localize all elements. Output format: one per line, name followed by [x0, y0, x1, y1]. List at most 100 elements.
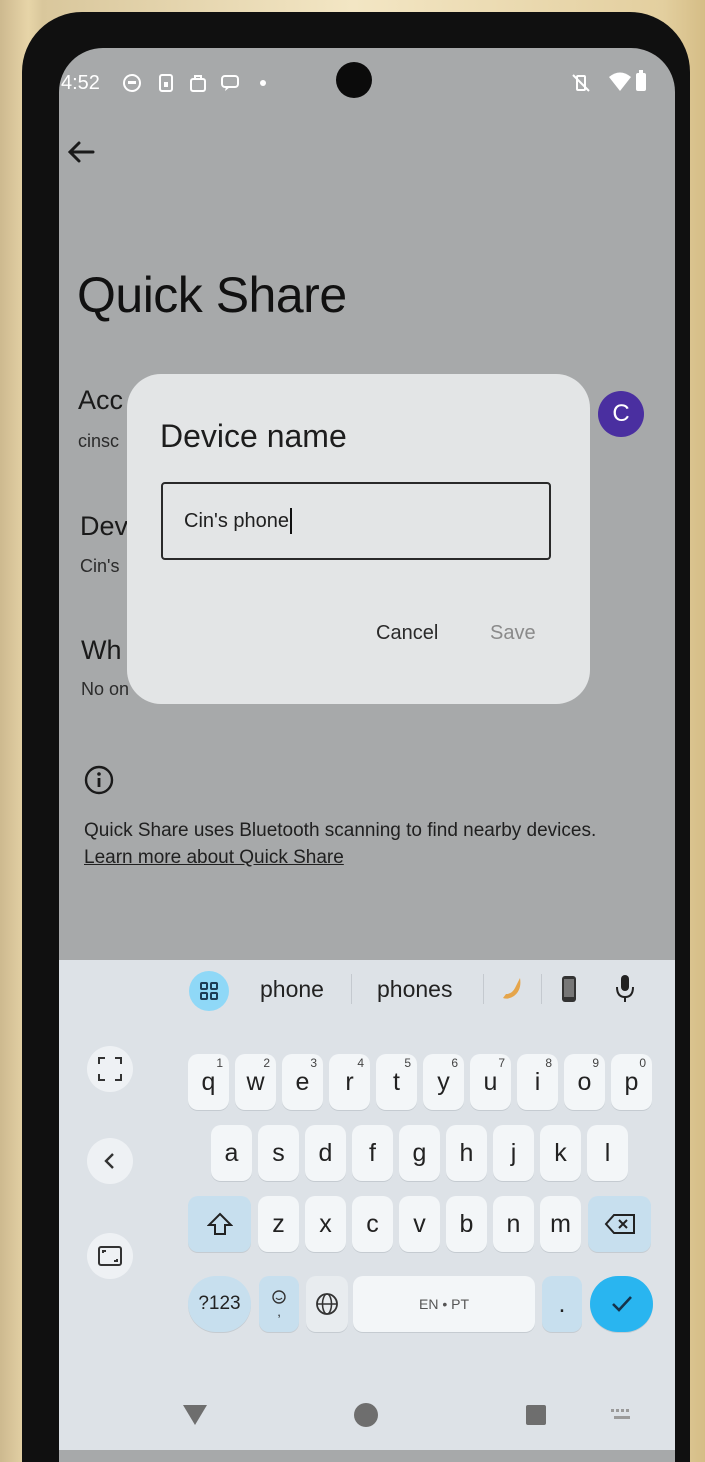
- suggestion-2[interactable]: phones: [377, 976, 452, 1003]
- key-label: h: [459, 1138, 474, 1167]
- keyboard-switch-icon[interactable]: [609, 1407, 635, 1423]
- key-c[interactable]: c: [352, 1196, 393, 1252]
- key-number-hint: 4: [357, 1056, 364, 1070]
- key-w[interactable]: w2: [235, 1054, 276, 1110]
- floating-keyboard-icon[interactable]: [87, 1233, 133, 1279]
- key-label: m: [550, 1209, 571, 1238]
- back-nav-icon[interactable]: [182, 1403, 208, 1427]
- key-v[interactable]: v: [399, 1196, 440, 1252]
- recents-nav-icon[interactable]: [525, 1404, 547, 1426]
- device-name-title[interactable]: Dev: [80, 511, 128, 542]
- account-title[interactable]: Acc: [78, 385, 123, 416]
- key-m[interactable]: m: [540, 1196, 581, 1252]
- cancel-button[interactable]: Cancel: [376, 622, 438, 645]
- phone-emoji-icon[interactable]: [560, 975, 578, 1003]
- key-label: q: [201, 1067, 216, 1096]
- key-number-hint: 5: [404, 1056, 411, 1070]
- key-label: w: [246, 1067, 265, 1096]
- key-j[interactable]: j: [493, 1125, 534, 1181]
- key-h[interactable]: h: [446, 1125, 487, 1181]
- key-y[interactable]: y6: [423, 1054, 464, 1110]
- screen: 4:52 Quick Share Acc cinsc C Dev Cin's W…: [59, 48, 675, 1462]
- device-name-value: Cin's: [80, 556, 120, 576]
- comma-glyph: ,: [277, 1303, 281, 1319]
- language-key[interactable]: [306, 1276, 348, 1332]
- learn-more-link[interactable]: Learn more about Quick Share: [84, 847, 344, 868]
- notification-icon: [123, 74, 141, 92]
- key-number-hint: 2: [263, 1056, 270, 1070]
- key-e[interactable]: e3: [282, 1054, 323, 1110]
- key-label: j: [510, 1138, 517, 1167]
- shift-key[interactable]: [188, 1196, 251, 1252]
- status-time: 4:52: [61, 72, 100, 94]
- suggestion-1[interactable]: phone: [260, 976, 324, 1003]
- enter-key[interactable]: [590, 1276, 653, 1332]
- key-label: a: [224, 1138, 239, 1167]
- key-q[interactable]: q1: [188, 1054, 229, 1110]
- camera-cutout: [336, 62, 372, 98]
- key-p[interactable]: p0: [611, 1054, 652, 1110]
- suggestion-divider: [351, 974, 352, 1004]
- key-t[interactable]: t5: [376, 1054, 417, 1110]
- text-cursor: [290, 508, 292, 534]
- sim-icon: [159, 74, 173, 92]
- visibility-value: No on: [81, 679, 130, 699]
- key-label: i: [534, 1067, 541, 1096]
- save-button[interactable]: Save: [490, 622, 536, 645]
- gesture-emoji-icon[interactable]: [500, 976, 526, 1004]
- key-s[interactable]: s: [258, 1125, 299, 1181]
- key-d[interactable]: d: [305, 1125, 346, 1181]
- key-g[interactable]: g: [399, 1125, 440, 1181]
- key-z[interactable]: z: [258, 1196, 299, 1252]
- key-label: k: [554, 1138, 567, 1167]
- status-bar: 4:52: [59, 48, 675, 118]
- key-r[interactable]: r4: [329, 1054, 370, 1110]
- back-arrow-icon[interactable]: [63, 134, 99, 170]
- suggestion-strip: phone phones: [59, 960, 675, 1022]
- key-number-hint: 8: [545, 1056, 552, 1070]
- home-nav-icon[interactable]: [353, 1402, 379, 1428]
- key-number-hint: 7: [498, 1056, 505, 1070]
- key-label: y: [437, 1067, 450, 1096]
- key-n[interactable]: n: [493, 1196, 534, 1252]
- dialog-title: Device name: [160, 418, 347, 454]
- avatar[interactable]: C: [598, 391, 644, 437]
- key-label: z: [272, 1209, 285, 1238]
- key-number-hint: 1: [216, 1056, 223, 1070]
- cursor-left-icon[interactable]: [87, 1138, 133, 1184]
- key-x[interactable]: x: [305, 1196, 346, 1252]
- keyboard: phone phones ?123 , EN • PT . q 1 w 2 e …: [59, 960, 675, 1450]
- key-f[interactable]: f: [352, 1125, 393, 1181]
- key-label: e: [295, 1067, 310, 1096]
- device-name-input-value: Cin's phone: [184, 509, 289, 532]
- key-label: v: [413, 1209, 426, 1238]
- key-k[interactable]: k: [540, 1125, 581, 1181]
- backspace-key[interactable]: [588, 1196, 651, 1252]
- microphone-icon[interactable]: [614, 974, 636, 1004]
- space-key[interactable]: EN • PT: [353, 1276, 535, 1332]
- apps-grid-icon[interactable]: [189, 971, 229, 1011]
- key-number-hint: 9: [592, 1056, 599, 1070]
- info-icon: [84, 765, 114, 795]
- more-notifications-dot: [260, 80, 266, 86]
- period-key[interactable]: .: [542, 1276, 582, 1332]
- symbols-key[interactable]: ?123: [188, 1276, 251, 1332]
- key-u[interactable]: u7: [470, 1054, 511, 1110]
- page-title: Quick Share: [77, 267, 347, 323]
- key-b[interactable]: b: [446, 1196, 487, 1252]
- suggestion-divider: [483, 974, 484, 1004]
- key-l[interactable]: l: [587, 1125, 628, 1181]
- emoji-key[interactable]: ,: [259, 1276, 299, 1332]
- key-label: s: [272, 1138, 285, 1167]
- expand-keyboard-icon[interactable]: [87, 1046, 133, 1092]
- info-text: Quick Share uses Bluetooth scanning to f…: [84, 817, 604, 871]
- key-number-hint: 0: [639, 1056, 646, 1070]
- key-i[interactable]: i8: [517, 1054, 558, 1110]
- key-o[interactable]: o9: [564, 1054, 605, 1110]
- device-name-input[interactable]: Cin's phone: [161, 482, 551, 560]
- vibrate-off-icon: [572, 74, 590, 92]
- key-a[interactable]: a: [211, 1125, 252, 1181]
- key-label: g: [412, 1138, 427, 1167]
- key-label: n: [506, 1209, 521, 1238]
- visibility-title[interactable]: Wh: [81, 635, 122, 666]
